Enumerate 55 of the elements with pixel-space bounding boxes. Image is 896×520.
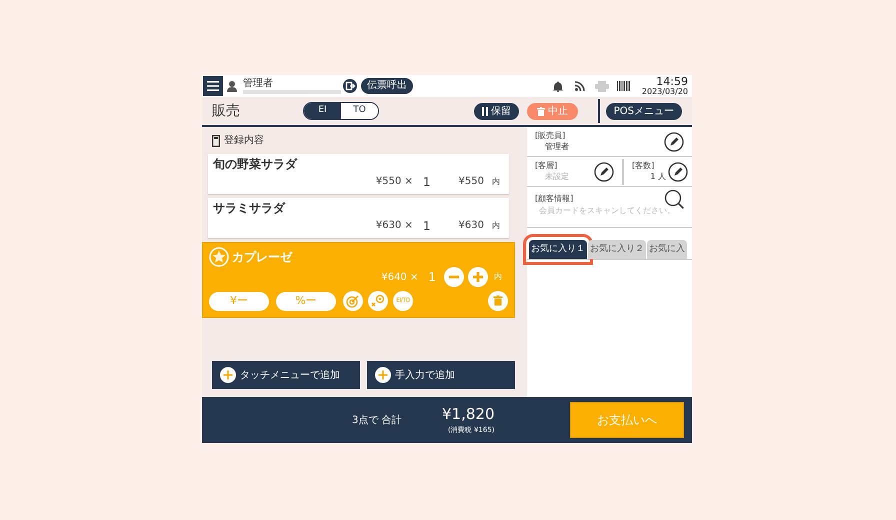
recall-button[interactable]: 伝票呼出 [361, 78, 413, 94]
bell-icon [552, 80, 563, 92]
item-quantity: 1 [428, 269, 436, 286]
tax-label: 内 [492, 220, 500, 232]
plus-icon [375, 367, 391, 383]
hold-button[interactable]: 保留 [474, 102, 519, 120]
pause-icon [482, 106, 488, 116]
field-label: [販売員] [535, 131, 566, 141]
menu-icon[interactable] [203, 76, 223, 96]
guest-count: 1 人 [650, 171, 666, 182]
total-label: 3点で 合計 [352, 414, 403, 428]
pos-menu-button[interactable]: POSメニュー [606, 102, 682, 120]
item-quantity: 1 [422, 218, 431, 232]
person-icon [227, 80, 237, 92]
search-button[interactable] [664, 189, 684, 209]
clock-date: 2023/03/20 [642, 87, 688, 96]
page-title: 販売 [212, 102, 241, 120]
order-item-card[interactable]: サラミサラダ ¥630 × 1 ¥630 内 [208, 198, 509, 238]
field-label: [客層] [535, 161, 558, 171]
item-name: カプレーゼ [232, 249, 292, 266]
segment-value: 未設定 [545, 171, 570, 182]
trash-icon [536, 106, 545, 116]
edit-button[interactable] [664, 132, 684, 152]
user-name: 管理者 [243, 78, 274, 89]
section-heading: 登録内容 [224, 134, 264, 148]
unit-price: ¥640 × [381, 270, 418, 284]
item-amount: ¥630 [458, 219, 484, 233]
order-item-card[interactable]: 旬の野菜サラダ ¥550 × 1 ¥550 内 [208, 154, 509, 194]
staff-name: 管理者 [545, 141, 570, 152]
edit-button[interactable] [594, 162, 614, 182]
unit-price: ¥630 × [376, 219, 413, 233]
tablet-icon [212, 134, 220, 146]
item-name: サラミサラダ [213, 201, 286, 215]
barcode-icon [616, 81, 630, 91]
favorite-tab[interactable]: お気に入 [647, 240, 687, 259]
add-item-button[interactable]: 手入力で追加 [367, 361, 515, 389]
tax-label: 内 [494, 271, 502, 283]
mode-tab[interactable]: EI [304, 103, 341, 119]
field-label: [顧客情報] [535, 193, 574, 205]
exit-icon[interactable] [343, 79, 357, 93]
item-quantity: 1 [422, 174, 431, 188]
item-name: 旬の野菜サラダ [213, 157, 298, 171]
tax-label: 内 [492, 176, 500, 188]
unit-price: ¥550 × [376, 175, 413, 189]
edit-button[interactable] [668, 162, 688, 182]
add-item-button[interactable]: タッチメニューで追加 [212, 361, 360, 389]
clock-time: 14:59 [656, 76, 688, 87]
favorite-tab[interactable]: お気に入り１ [529, 240, 587, 259]
signal-icon [574, 81, 585, 91]
item-amount: ¥550 [458, 175, 484, 189]
field-label: [客数] [632, 161, 654, 171]
favorite-tab[interactable]: お気に入り２ [588, 240, 646, 259]
scan-prompt: 会員カードをスキャンしてください。 [539, 205, 676, 217]
total-amount: ¥1,820 [442, 404, 494, 423]
plus-icon [220, 367, 236, 383]
